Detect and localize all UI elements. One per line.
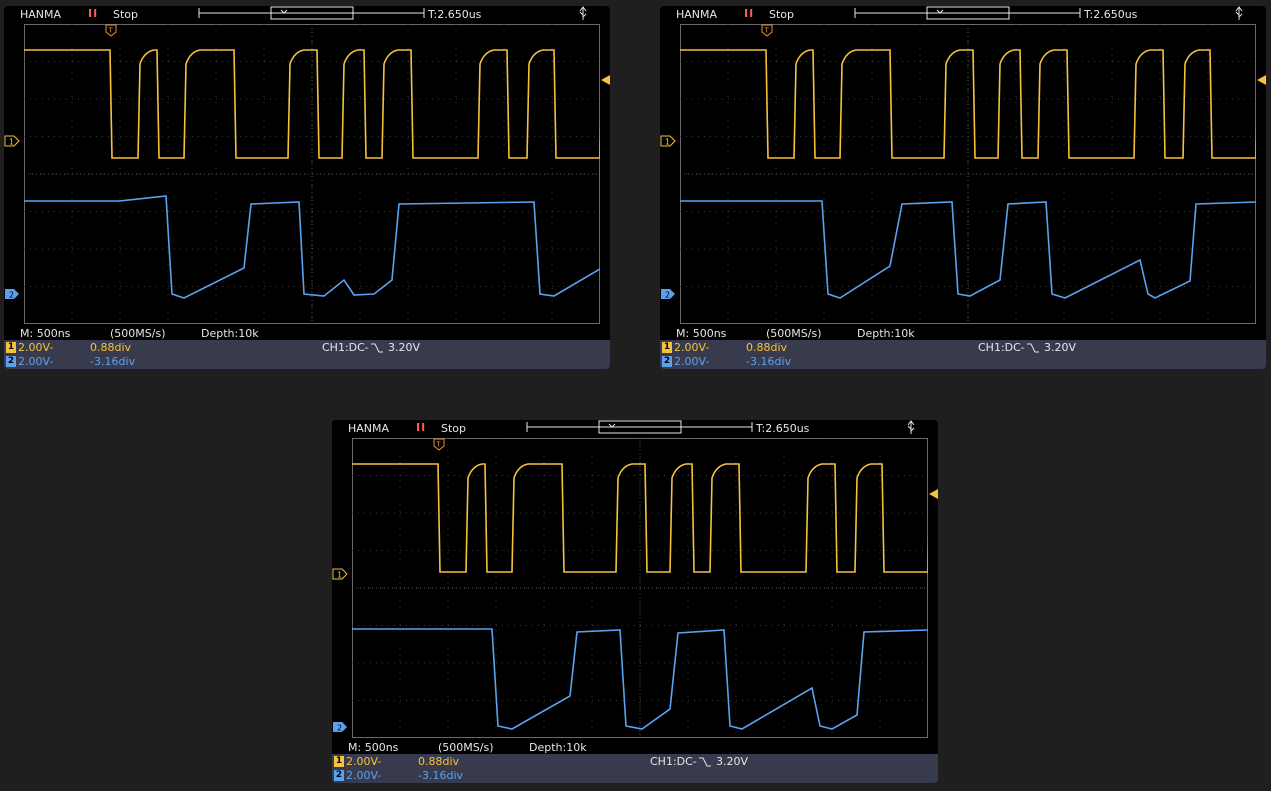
ch1-offset: 0.88div: [418, 755, 460, 768]
pause-icon: II: [416, 421, 427, 434]
ch2-scale: 2.00V-: [674, 355, 710, 368]
ch1-scale: 2.00V-: [18, 341, 54, 354]
oscilloscope-screen-1: HANMA II Stop T:2.650us T M: 500ns (500M…: [4, 6, 610, 369]
ch1-ground-marker-icon: 1: [332, 568, 348, 580]
run-state: Stop: [113, 8, 139, 21]
timebase: M: 500ns: [20, 327, 71, 340]
channel-markers: 12: [4, 135, 20, 300]
sample-rate: (500MS/s): [438, 741, 494, 754]
ch2-badge: 2: [662, 356, 672, 367]
usb-icon: [907, 420, 915, 434]
ch1-scale: 2.00V-: [674, 341, 710, 354]
brand-label: HANMA: [676, 8, 718, 21]
ch2-offset: -3.16div: [746, 355, 792, 368]
trigger-level-marker-icon: [929, 489, 938, 499]
ch1-offset: 0.88div: [90, 341, 132, 354]
svg-text:1: 1: [337, 571, 342, 580]
trigger-level: 3.20V: [388, 341, 421, 354]
channel-info-panel: 1 2.00V- 0.88div CH1:DC- 3.20V 2 2.00V- …: [660, 340, 1266, 369]
trigger-source: CH1:DC-: [978, 341, 1025, 354]
ch1-offset: 0.88div: [746, 341, 788, 354]
pause-icon: II: [88, 7, 99, 20]
trigger-time: T:2.650us: [1084, 8, 1138, 21]
trigger-position-label: T: [436, 441, 442, 449]
trigger-position-label: T: [108, 27, 114, 35]
ch1-ground-marker-icon: 1: [660, 135, 676, 147]
usb-icon: [1235, 6, 1243, 20]
pause-icon: II: [744, 7, 755, 20]
memory-depth: Depth:10k: [857, 327, 915, 340]
ch1-ground-marker-icon: 1: [4, 135, 20, 147]
channel-info-panel: 1 2.00V- 0.88div CH1:DC- 3.20V 2 2.00V- …: [332, 754, 938, 783]
channel-markers: 12: [660, 135, 676, 300]
trigger-edge-falling-icon: [1027, 343, 1039, 353]
top-status-bar: HANMA II Stop T:2.650us: [4, 6, 610, 24]
ch2-offset: -3.16div: [418, 769, 464, 782]
trigger-source: CH1:DC-: [322, 341, 369, 354]
trigger-position-label: T: [764, 27, 770, 35]
trigger-level: 3.20V: [1044, 341, 1077, 354]
trigger-position-marker: T: [105, 24, 117, 37]
channel-markers: 12: [332, 568, 348, 733]
channel-info-panel: 1 2.00V- 0.88div CH1:DC- 3.20V 2 2.00V- …: [4, 340, 610, 369]
run-state: Stop: [441, 422, 467, 435]
bottom-info: M: 500ns (500MS/s) Depth:10k 1 2.00V- 0.…: [4, 326, 610, 369]
memory-depth: Depth:10k: [529, 741, 587, 754]
waveform-grid: T: [680, 24, 1256, 324]
usb-icon: [579, 6, 587, 20]
ch2-scale: 2.00V-: [346, 769, 382, 782]
trigger-source: CH1:DC-: [650, 755, 697, 768]
ch2-badge: 2: [6, 356, 16, 367]
trigger-level-marker-icon: [1257, 75, 1266, 85]
top-status-bar: HANMA II Stop T:2.650us: [332, 420, 938, 438]
waveform-grid: T: [352, 438, 928, 738]
trigger-position-marker: T: [761, 24, 773, 37]
ch2-badge: 2: [334, 770, 344, 781]
ch2-scale: 2.00V-: [18, 355, 54, 368]
oscilloscope-screen-2: HANMA II Stop T:2.650us T M: 500ns (500M…: [660, 6, 1266, 369]
oscilloscope-screen-3: HANMA II Stop T:2.650us T M: 500ns (500M…: [332, 420, 938, 783]
run-state: Stop: [769, 8, 795, 21]
ch2-offset: -3.16div: [90, 355, 136, 368]
trigger-position-marker: T: [433, 438, 445, 451]
ch1-scale: 2.00V-: [346, 755, 382, 768]
trigger-level: 3.20V: [716, 755, 749, 768]
bottom-info: M: 500ns (500MS/s) Depth:10k 1 2.00V- 0.…: [332, 740, 938, 783]
ch2-ground-marker-icon: 2: [333, 722, 347, 733]
brand-label: HANMA: [20, 8, 62, 21]
top-status-bar: HANMA II Stop T:2.650us: [660, 6, 1266, 24]
trigger-edge-falling-icon: [699, 757, 711, 767]
sample-rate: (500MS/s): [766, 327, 822, 340]
svg-text:2: 2: [665, 291, 670, 300]
ch2-ground-marker-icon: 2: [661, 289, 675, 300]
bottom-info: M: 500ns (500MS/s) Depth:10k 1 2.00V- 0.…: [660, 326, 1266, 369]
memory-timeline-bar: [198, 6, 425, 20]
ch2-ground-marker-icon: 2: [5, 289, 19, 300]
trigger-level-marker-icon: [601, 75, 610, 85]
trigger-time: T:2.650us: [428, 8, 482, 21]
memory-timeline-bar: [526, 420, 753, 434]
timebase: M: 500ns: [348, 741, 399, 754]
timebase: M: 500ns: [676, 327, 727, 340]
ch1-badge: 1: [334, 756, 344, 767]
memory-depth: Depth:10k: [201, 327, 259, 340]
svg-text:1: 1: [665, 138, 670, 147]
ch1-badge: 1: [6, 342, 16, 353]
brand-label: HANMA: [348, 422, 390, 435]
sample-rate: (500MS/s): [110, 327, 166, 340]
svg-text:1: 1: [9, 138, 14, 147]
ch1-badge: 1: [662, 342, 672, 353]
memory-timeline-bar: [854, 6, 1081, 20]
waveform-grid: T: [24, 24, 600, 324]
svg-text:2: 2: [9, 291, 14, 300]
trigger-time: T:2.650us: [756, 422, 810, 435]
svg-text:2: 2: [337, 724, 342, 733]
trigger-edge-falling-icon: [371, 343, 383, 353]
